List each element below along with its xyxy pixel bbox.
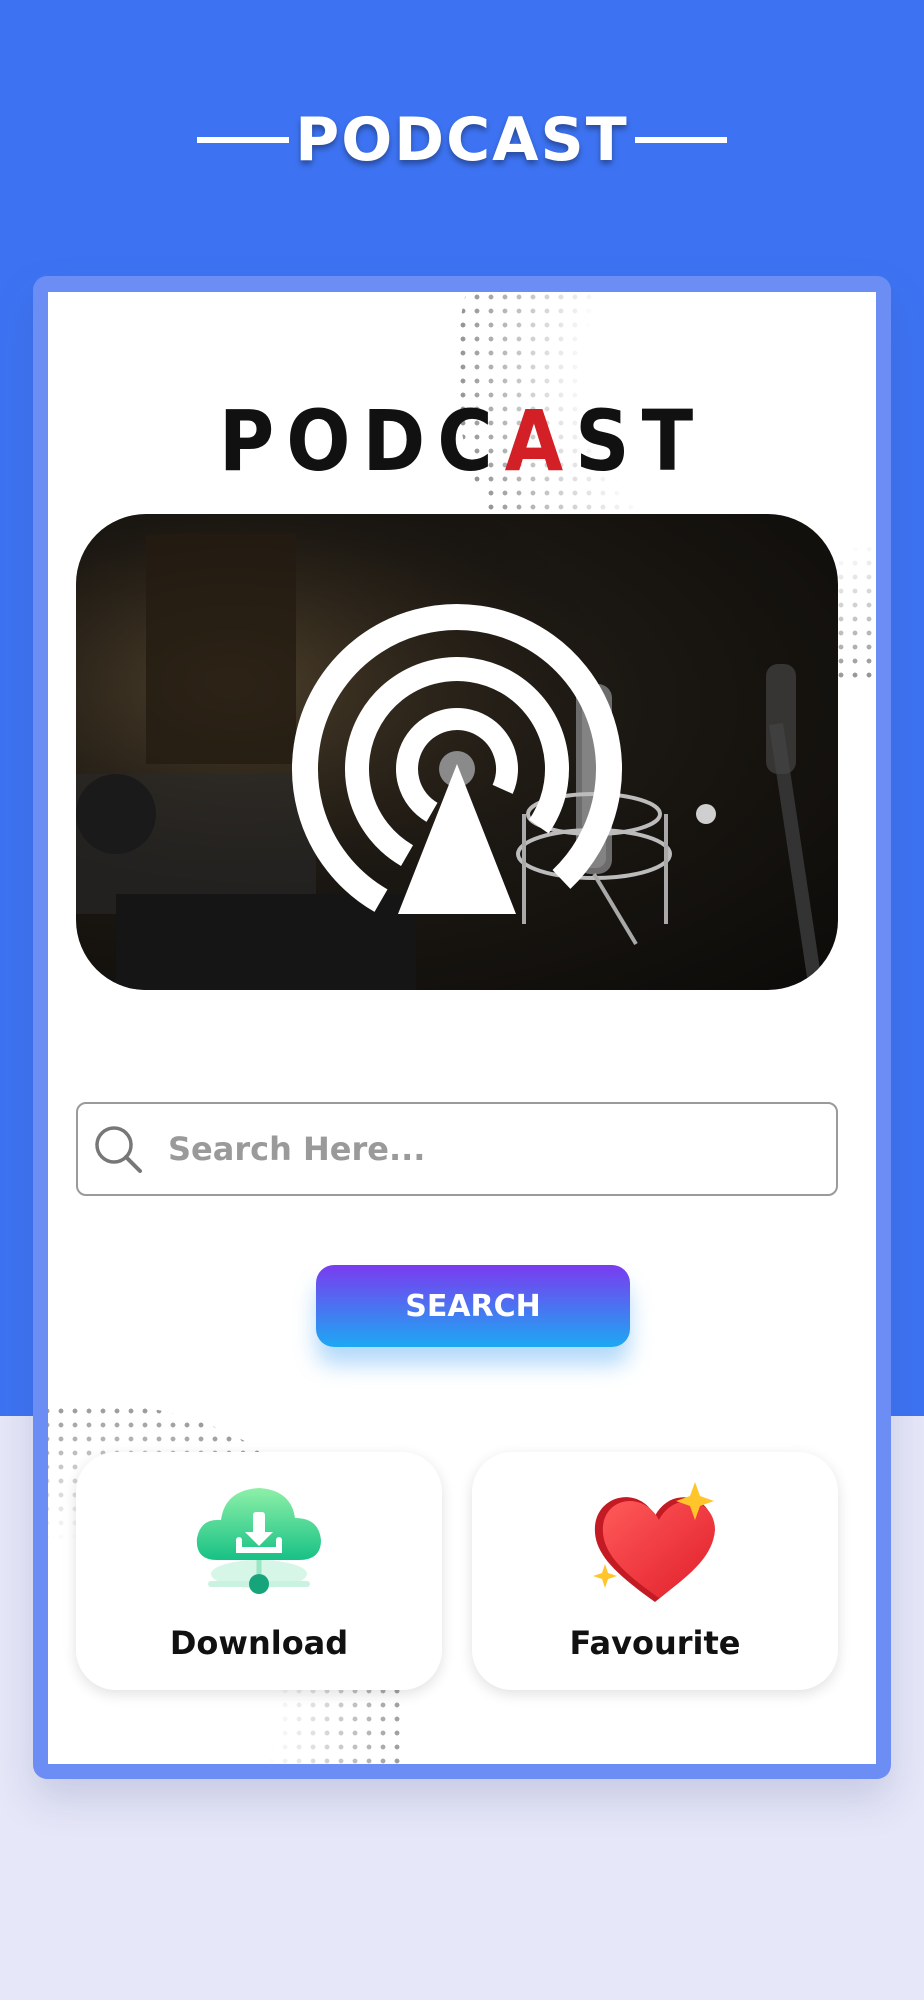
logo-text-end: ST — [575, 392, 706, 490]
header-right-rule — [634, 137, 727, 143]
search-icon — [95, 1126, 142, 1173]
app-header: PODCAST — [0, 100, 924, 180]
page-title: PODCAST — [295, 105, 629, 175]
search-button[interactable]: SEARCH — [316, 1265, 630, 1347]
favourite-label: Favourite — [569, 1624, 741, 1662]
logo-text-start: PODC — [218, 392, 505, 490]
podcast-logo: PODCAST — [48, 392, 876, 490]
logo-text-accent: A — [504, 392, 576, 490]
podcast-broadcast-icon — [76, 514, 838, 990]
search-input[interactable] — [168, 1130, 808, 1168]
download-tile[interactable]: Download — [76, 1452, 442, 1690]
favourite-tile[interactable]: Favourite — [472, 1452, 838, 1690]
search-field[interactable] — [76, 1102, 838, 1196]
hero-image — [76, 514, 838, 990]
download-label: Download — [169, 1624, 349, 1662]
header-left-rule — [197, 137, 290, 143]
main-card: PODCAST Search Here... SEARCH Download F… — [48, 292, 876, 1764]
heart-icon — [593, 1482, 715, 1602]
cloud-download-icon — [196, 1488, 321, 1594]
